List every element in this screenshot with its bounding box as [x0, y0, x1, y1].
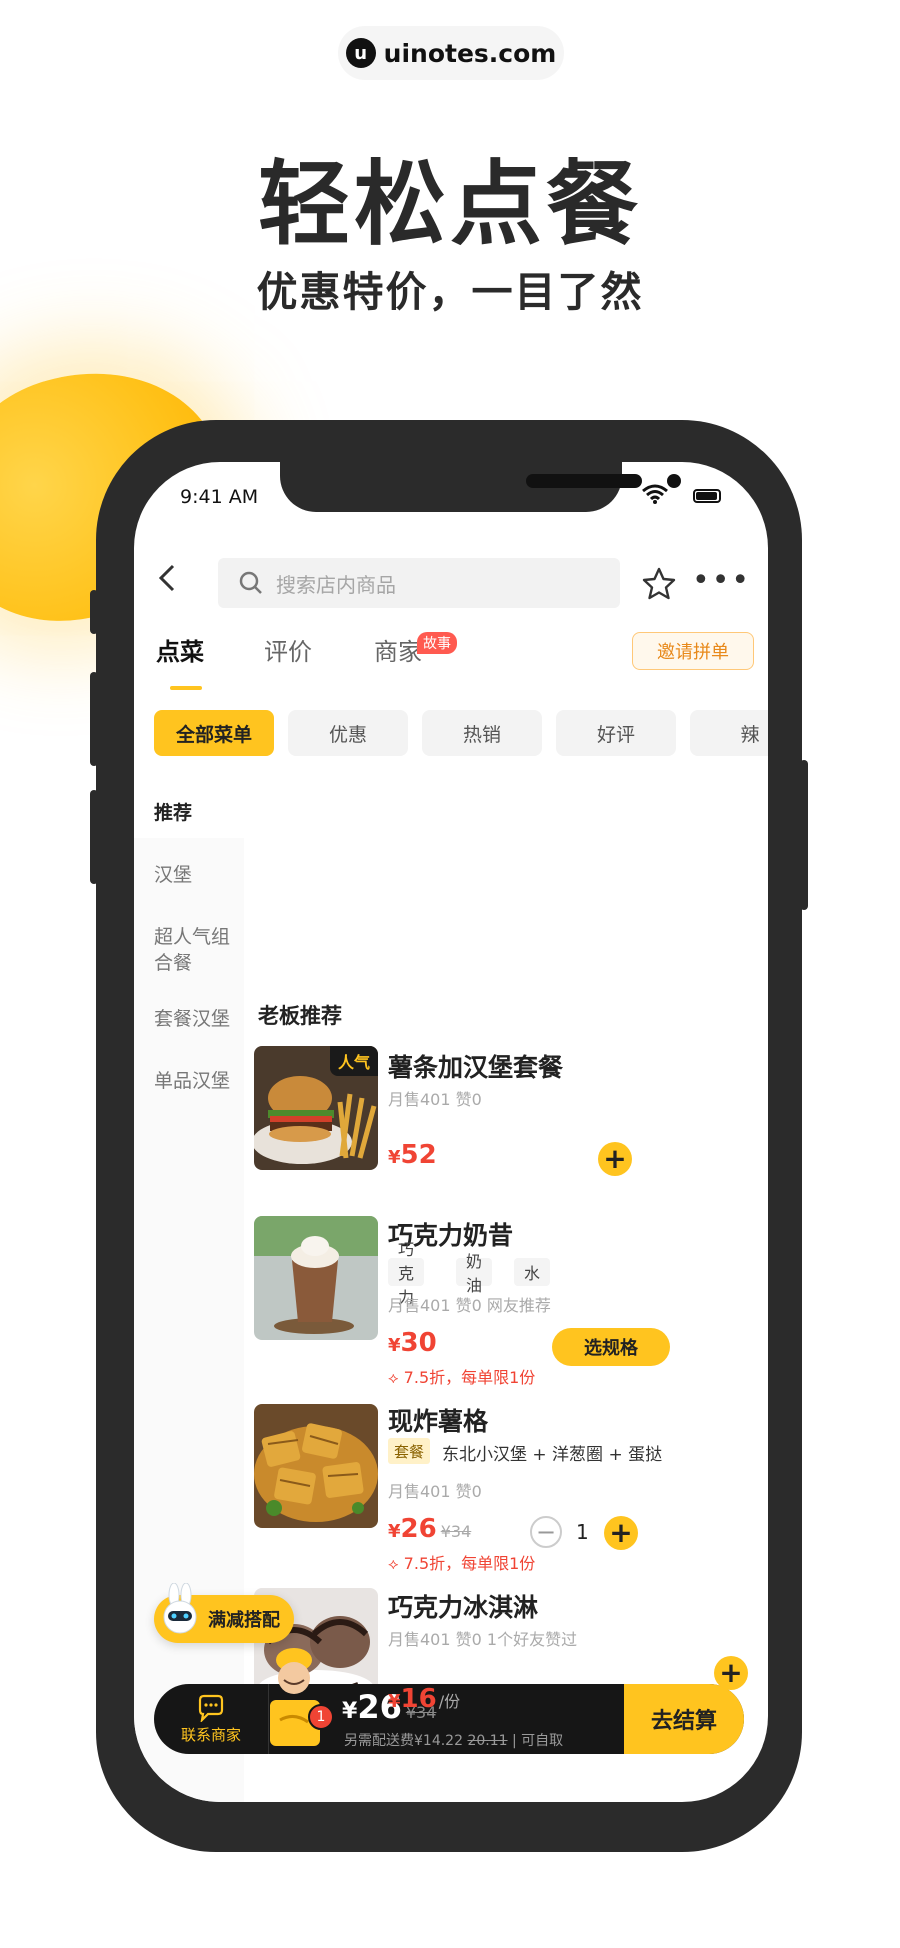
dish-price: ¥30 [388, 1328, 437, 1358]
sidebar-item-combo[interactable]: 超人气组合餐 [154, 924, 234, 976]
decrease-quantity-button[interactable]: − [530, 1516, 562, 1548]
search-input[interactable]: 搜索店内商品 [218, 558, 620, 608]
back-button[interactable] [148, 558, 186, 598]
promo-combo-label: 满减搭配 [208, 1610, 280, 1631]
app-screen: 9:41 AM 搜索店内商品 ••• 点菜 评价 商家 故事 邀请拼单 全部菜单… [134, 462, 768, 1802]
invite-group-order-button[interactable]: 邀请拼单 [632, 632, 754, 670]
combo-items: 东北小汉堡 + 洋葱圈 + 蛋挞 [442, 1445, 663, 1465]
filter-chips: 全部菜单 优惠 热销 好评 辣 [154, 710, 768, 756]
cart-count-badge: 1 [308, 1704, 334, 1730]
wifi-icon [642, 484, 668, 504]
contact-merchant-button[interactable]: 联系商家 [154, 1684, 269, 1754]
dish-price: ¥52 [388, 1140, 437, 1170]
dish-tag: 巧克力 [388, 1240, 425, 1307]
chip-all-menu[interactable]: 全部菜单 [154, 710, 274, 756]
sidebar-item-set-burger[interactable]: 套餐汉堡 [154, 1006, 234, 1032]
speaker-grille [526, 474, 642, 488]
page-headline: 轻松点餐 [257, 151, 642, 258]
add-to-cart-button[interactable]: + [714, 1656, 748, 1690]
quantity-value: 1 [576, 1520, 589, 1544]
phone-volume-up [90, 672, 98, 766]
sidebar-item-burger[interactable]: 汉堡 [154, 862, 234, 888]
tab-reviews[interactable]: 评价 [264, 632, 312, 667]
phone-notch [280, 462, 681, 512]
dish-name: 巧克力冰淇淋 [388, 1593, 539, 1622]
promo-combo-pill[interactable]: 满减搭配 [154, 1583, 294, 1643]
front-camera [667, 474, 681, 488]
dish-meta: 月售401 赞0 1个好友赞过 [388, 1630, 578, 1649]
checkout-button[interactable]: 去结算 [624, 1684, 744, 1754]
delivery-fee-note: 另需配送费¥14.22 20.11 | 可自取 [344, 1733, 564, 1749]
phone-mute-switch [90, 590, 98, 634]
status-time: 9:41 AM [180, 486, 259, 508]
brand-logo-icon: u [345, 38, 376, 68]
dish-price: ¥26 ¥34 [388, 1514, 472, 1544]
brand-name: uinotes.com [383, 38, 557, 68]
tab-active-indicator [170, 686, 202, 690]
chat-bubble-icon [198, 1694, 224, 1722]
dish-tag: 奶油 [456, 1252, 493, 1295]
increase-quantity-button[interactable]: + [604, 1516, 638, 1550]
courier-mascot-icon[interactable] [258, 1646, 328, 1754]
phone-volume-down [90, 790, 98, 884]
combo-tag: 套餐 [388, 1438, 431, 1464]
dish-tag: 水 [514, 1258, 551, 1286]
phone-power-button [800, 760, 808, 910]
favorite-star-icon[interactable] [641, 566, 677, 602]
dish-image-waffle-fries[interactable] [254, 1404, 378, 1528]
more-options-icon[interactable]: ••• [692, 566, 751, 596]
search-icon [239, 571, 262, 594]
sidebar-item-recommended[interactable]: 推荐 [154, 800, 234, 826]
dish-image-chocolate-shake[interactable] [254, 1216, 378, 1340]
add-to-cart-button[interactable]: + [598, 1142, 632, 1176]
chevron-left-icon [158, 564, 175, 592]
popular-badge: 人气 [329, 1046, 378, 1076]
brand-pill: u uinotes.com [338, 26, 564, 80]
contact-merchant-label: 联系商家 [180, 1725, 241, 1744]
dish-discount: ⟡ 7.5折，每单限1份 [388, 1554, 536, 1573]
dish-meta: 月售401 赞0 网友推荐 [388, 1296, 551, 1315]
chip-top-rated[interactable]: 好评 [556, 710, 676, 756]
dish-discount: ⟡ 7.5折，每单限1份 [388, 1368, 536, 1387]
dish-name: 现炸薯格 [388, 1407, 489, 1436]
merchant-story-badge: 故事 [417, 632, 457, 654]
chip-discount[interactable]: 优惠 [288, 710, 408, 756]
dish-meta: 月售401 赞0 [388, 1482, 482, 1501]
dish-image-burger-combo[interactable]: 人气 [254, 1046, 378, 1170]
tab-order[interactable]: 点菜 [156, 632, 204, 667]
section-title: 老板推荐 [258, 1004, 342, 1028]
chip-spicy[interactable]: 辣 [690, 710, 768, 756]
dish-name: 薯条加汉堡套餐 [388, 1053, 564, 1082]
tab-merchant[interactable]: 商家 [374, 632, 422, 667]
battery-icon [693, 489, 721, 503]
page-subheadline: 优惠特价，一目了然 [256, 268, 644, 316]
dish-price-ice-cream: ¥16/份 [388, 1684, 461, 1714]
rabbit-mascot-icon [163, 1583, 197, 1634]
select-spec-button[interactable]: 选规格 [552, 1328, 670, 1366]
category-sidebar: 推荐 汉堡 超人气组合餐 套餐汉堡 单品汉堡 [134, 782, 244, 1802]
dish-meta: 月售401 赞0 [388, 1090, 482, 1109]
search-placeholder: 搜索店内商品 [276, 572, 396, 597]
sidebar-item-single-burger[interactable]: 单品汉堡 [154, 1068, 234, 1094]
chip-hot[interactable]: 热销 [422, 710, 542, 756]
